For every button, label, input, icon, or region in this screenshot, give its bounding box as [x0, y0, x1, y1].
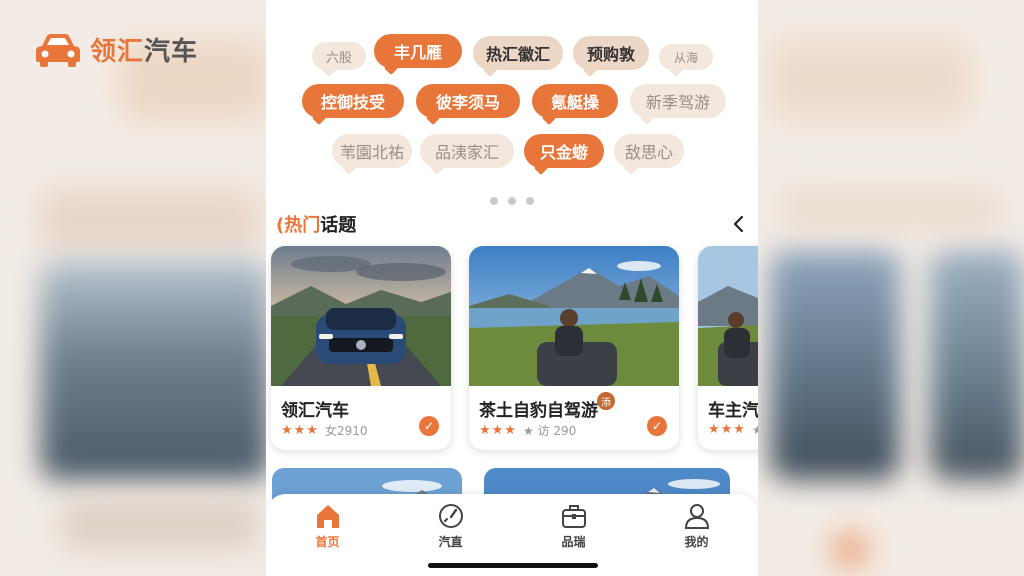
- tag-5[interactable]: 控御技受: [302, 84, 404, 118]
- tag-9[interactable]: 苇園北祐: [332, 134, 412, 168]
- tab-label: 汽直: [438, 535, 463, 549]
- card-meta-text: ★ 访 290: [522, 424, 577, 438]
- tab-label: 品瑞: [561, 535, 586, 549]
- tag-6[interactable]: 彼李须马: [416, 84, 520, 118]
- tag-12[interactable]: 敌思心: [614, 134, 684, 168]
- chevron-left-icon[interactable]: [730, 215, 748, 233]
- tag-4[interactable]: 从海: [659, 44, 713, 70]
- brand-name: 领汇汽车: [90, 36, 199, 67]
- card-meta-text: ★: [751, 422, 758, 437]
- home-indicator: [428, 563, 598, 568]
- carousel-dots[interactable]: [266, 197, 758, 205]
- tag-11[interactable]: 只金蝣: [524, 134, 604, 168]
- card-meta: ★★★ ★: [708, 422, 758, 437]
- card-title: 车主汽: [708, 401, 758, 421]
- speedometer-icon: [438, 504, 463, 528]
- bottom-tab-bar: 首页 汽直 品瑞 我的: [266, 494, 758, 576]
- tab-label: 首页: [315, 535, 340, 549]
- card-image-driver: [698, 246, 758, 386]
- check-icon[interactable]: ✓: [647, 416, 667, 436]
- hot-topics-header: (热门话题: [276, 210, 748, 238]
- tag-1[interactable]: 丰几雁: [374, 34, 462, 68]
- carousel-dot[interactable]: [490, 197, 498, 205]
- tag-0[interactable]: 六股: [312, 42, 366, 70]
- tag-2[interactable]: 热汇徽汇: [473, 36, 563, 70]
- topic-card[interactable]: 领汇汽车 ★★★ 女2910 ✓: [271, 246, 451, 450]
- phone-screen: 六股 丰几雁 热汇徽汇 预购敦 从海 控御技受 彼李须马 氪艇操 新季驾游 苇園…: [266, 0, 758, 576]
- tag-3[interactable]: 预购敦: [573, 36, 649, 70]
- tag-10[interactable]: 品洟家汇: [420, 134, 514, 168]
- card-image-car-road: [271, 246, 451, 386]
- topic-card[interactable]: 茶土自豹自驾游 添 ★★★ ★ 访 290 ✓: [469, 246, 679, 450]
- topic-card[interactable]: 车主汽 ★★★ ★: [698, 246, 758, 450]
- user-icon: [684, 504, 709, 529]
- card-meta: ★★★ 女2910: [281, 422, 368, 439]
- rating-stars: ★★★: [281, 423, 319, 438]
- tab-profile[interactable]: 我的: [657, 502, 737, 576]
- tag-7[interactable]: 氪艇操: [532, 84, 618, 118]
- card-meta: ★★★ ★ 访 290: [479, 422, 576, 439]
- tab-home[interactable]: 首页: [288, 502, 368, 576]
- badge: 添: [597, 392, 615, 410]
- carousel-dot[interactable]: [508, 197, 516, 205]
- briefcase-icon: [561, 505, 586, 528]
- card-meta-text: 女2910: [324, 424, 368, 438]
- tab-label: 我的: [684, 535, 709, 549]
- tag-8[interactable]: 新季驾游: [630, 84, 726, 118]
- section-title: (热门话题: [276, 215, 357, 236]
- card-title: 茶土自豹自驾游: [479, 401, 598, 421]
- card-image-mountain-drive: [469, 246, 679, 386]
- carousel-dot[interactable]: [526, 197, 534, 205]
- car-icon: [36, 34, 80, 67]
- home-icon: [316, 505, 339, 528]
- rating-stars: ★★★: [708, 422, 746, 437]
- hot-topics-carousel[interactable]: 领汇汽车 ★★★ 女2910 ✓ 茶土自豹自驾游 添 ★★★ ★ 访 290 ✓…: [271, 246, 758, 454]
- card-title: 领汇汽车: [281, 401, 349, 421]
- check-icon[interactable]: ✓: [419, 416, 439, 436]
- brand-logo: 领汇汽车: [34, 30, 198, 68]
- rating-stars: ★★★: [479, 423, 517, 438]
- tag-cloud: 六股 丰几雁 热汇徽汇 预购敦 从海 控御技受 彼李须马 氪艇操 新季驾游 苇園…: [266, 0, 758, 180]
